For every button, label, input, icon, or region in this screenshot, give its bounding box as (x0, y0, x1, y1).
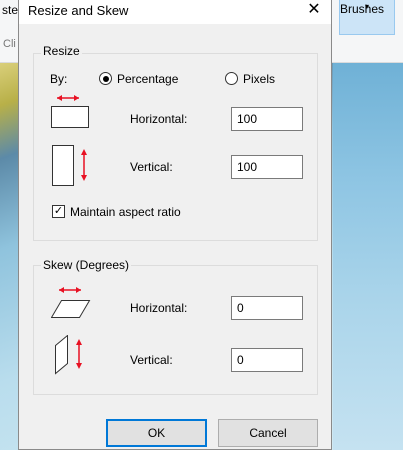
ribbon-left-text-top: ste (2, 3, 19, 17)
ok-button[interactable]: OK (106, 419, 207, 447)
skew-legend: Skew (Degrees) (41, 258, 132, 272)
brushes-button[interactable]: Brushes ▾ (339, 0, 395, 35)
resize-vertical-input[interactable] (231, 155, 303, 179)
by-label: By: (50, 72, 68, 86)
skew-vertical-label: Vertical: (130, 353, 173, 367)
resize-horizontal-label: Horizontal: (130, 112, 188, 126)
ribbon-left-fragment: ste Cli (0, 0, 18, 62)
maintain-aspect-checkbox[interactable]: ✓ (52, 205, 65, 218)
resize-horizontal-input[interactable] (231, 107, 303, 131)
skew-vertical-input[interactable] (231, 348, 303, 372)
vertical-resize-icon (52, 145, 87, 186)
canvas-image-right (333, 63, 403, 450)
skew-horizontal-input[interactable] (231, 296, 303, 320)
maintain-aspect-label[interactable]: Maintain aspect ratio (70, 205, 181, 219)
pixels-radio[interactable] (225, 72, 238, 85)
resize-vertical-label: Vertical: (130, 160, 173, 174)
dialog-title: Resize and Skew (28, 3, 129, 18)
ribbon-left-text-bottom: Cli (3, 38, 16, 50)
resize-skew-dialog: Resize and Skew ✕ Resize By: Percentage … (18, 0, 332, 450)
brushes-label: Brushes (340, 2, 385, 16)
cancel-button[interactable]: Cancel (218, 419, 318, 447)
horizontal-skew-icon (51, 287, 91, 318)
vertical-skew-icon (55, 335, 82, 375)
horizontal-resize-icon (51, 95, 89, 128)
skew-horizontal-label: Horizontal: (130, 301, 188, 315)
pixels-label[interactable]: Pixels (243, 72, 275, 86)
resize-legend: Resize (41, 44, 82, 58)
title-bar: Resize and Skew ✕ (19, 0, 331, 24)
percentage-radio[interactable] (99, 72, 112, 85)
percentage-label[interactable]: Percentage (117, 72, 178, 86)
close-icon[interactable]: ✕ (297, 0, 331, 22)
